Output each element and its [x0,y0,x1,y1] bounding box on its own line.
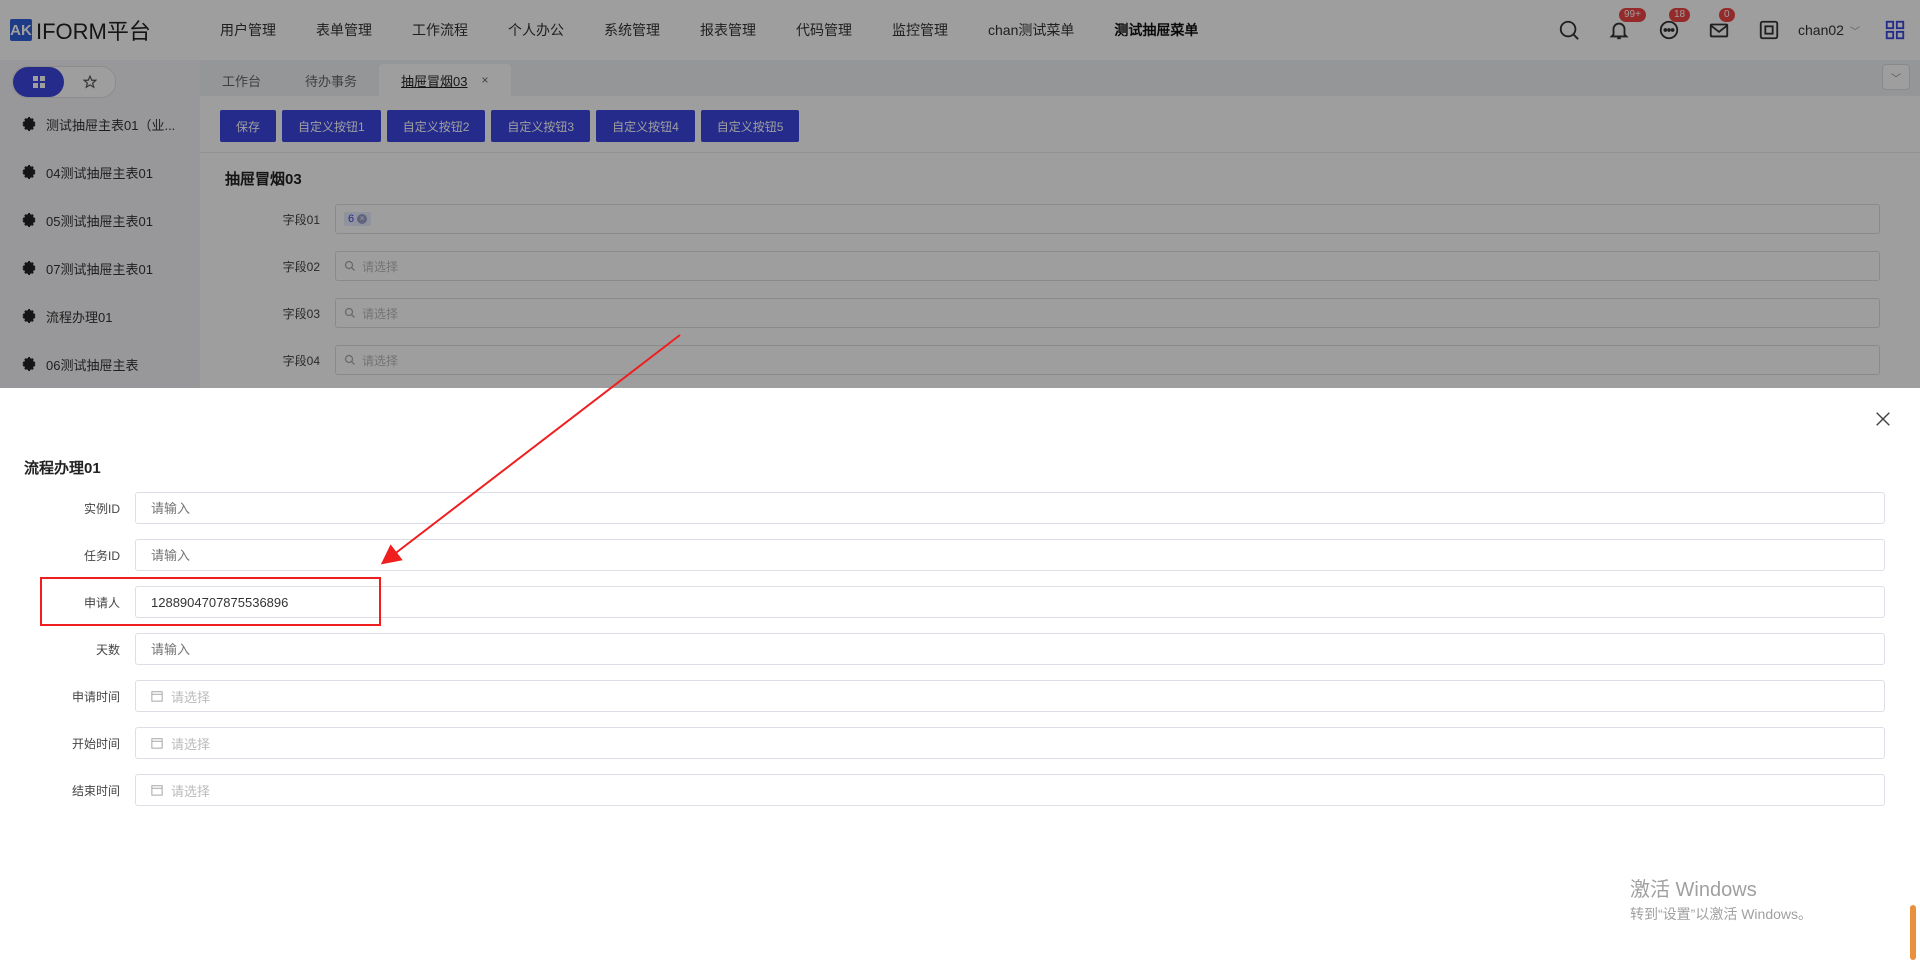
watermark-title: 激活 Windows [1630,879,1757,901]
placeholder-text: 请选择 [171,736,211,752]
app: AK IFORM平台 用户管理 表单管理 工作流程 个人办公 系统管理 报表管理… [0,0,1920,969]
drawer-row-instance-id: 实例ID [0,492,1885,524]
days-input[interactable] [135,633,1885,665]
placeholder-text: 请选择 [171,783,211,799]
field-label: 申请时间 [71,689,120,704]
drawer-row-days: 天数 [0,633,1885,665]
field-label: 任务ID [83,548,120,563]
drawer-row-end-time: 结束时间 请选择 [0,774,1885,806]
drawer-row-task-id: 任务ID [0,539,1885,571]
drawer-row-apply-time: 申请时间 请选择 [0,680,1885,712]
calendar-icon [151,738,163,749]
highlight-box [40,577,381,626]
windows-activation-watermark: 激活 Windows 转到“设置”以激活 Windows。 [1630,873,1812,924]
field-label: 实例ID [83,501,120,516]
start-time-picker[interactable]: 请选择 [135,727,1885,759]
apply-time-picker[interactable]: 请选择 [135,680,1885,712]
end-time-picker[interactable]: 请选择 [135,774,1885,806]
applicant-input[interactable] [135,586,1885,618]
watermark-subtitle: 转到“设置”以激活 Windows。 [1630,906,1813,922]
calendar-icon [151,691,163,702]
field-label: 结束时间 [71,783,120,798]
instance-id-input[interactable] [135,492,1885,524]
placeholder-text: 请选择 [171,689,211,705]
calendar-icon [151,785,163,796]
field-label: 天数 [95,642,120,657]
close-icon[interactable] [1874,410,1892,428]
drawer-row-start-time: 开始时间 请选择 [0,727,1885,759]
task-id-input[interactable] [135,539,1885,571]
drawer-title: 流程办理01 [24,460,101,477]
field-label: 开始时间 [71,736,120,751]
scrollbar-thumb[interactable] [1910,905,1916,960]
